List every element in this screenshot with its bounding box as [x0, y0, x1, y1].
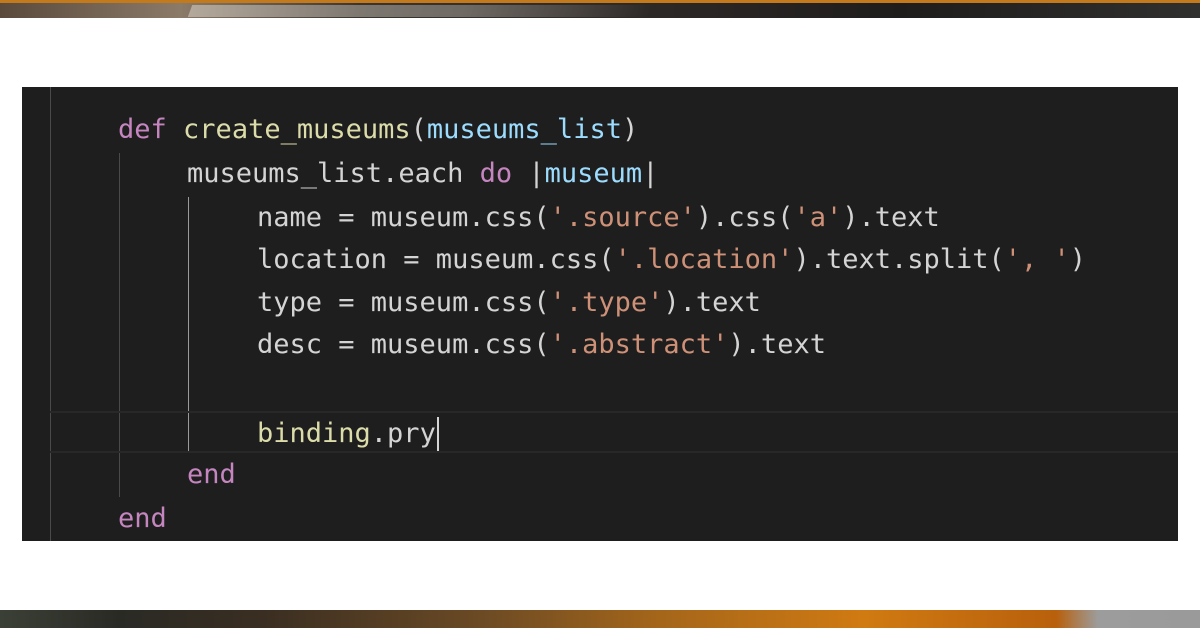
keyword-end: end — [187, 459, 236, 490]
code-editor[interactable]: def create_museums(museums_list) museums… — [22, 87, 1178, 541]
function-parameter: museums_list — [426, 114, 622, 145]
code-line-8[interactable]: binding.pry — [257, 417, 439, 451]
function-call: binding — [257, 418, 371, 449]
code-line-5[interactable]: type = museum.css('.type').text — [257, 286, 761, 320]
indent-guide-outer — [50, 87, 51, 541]
code-line-1[interactable]: def create_museums(museums_list) — [118, 113, 638, 147]
keyword-def: def — [118, 114, 167, 145]
block-parameter: museum — [544, 158, 643, 189]
footer-photo-strip — [0, 610, 1200, 628]
header-photo-strip — [0, 0, 1200, 18]
code-line-6[interactable]: desc = museum.css('.abstract').text — [257, 328, 826, 362]
function-name: create_museums — [183, 114, 411, 145]
code-line-2[interactable]: museums_list.each do |museum| — [187, 157, 658, 191]
text-cursor — [436, 417, 439, 451]
current-line-highlight — [50, 411, 1178, 453]
code-line-4[interactable]: location = museum.css('.location').text.… — [257, 243, 1086, 277]
code-line-3[interactable]: name = museum.css('.source').css('a').te… — [257, 201, 940, 235]
code-line-9[interactable]: end — [187, 458, 236, 492]
keyword-do: do — [479, 158, 513, 189]
keyword-end: end — [118, 503, 167, 534]
code-line-10[interactable]: end — [118, 502, 167, 536]
